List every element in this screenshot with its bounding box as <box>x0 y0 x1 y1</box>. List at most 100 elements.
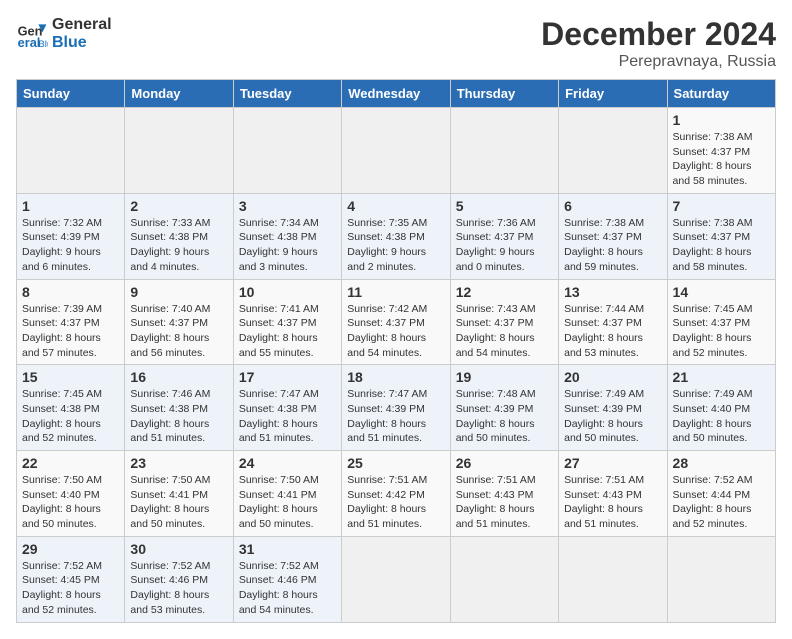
day-details: Sunrise: 7:52 AMSunset: 4:45 PMDaylight:… <box>22 559 119 618</box>
day-details: Sunrise: 7:52 AMSunset: 4:46 PMDaylight:… <box>130 559 227 618</box>
day-number: 19 <box>456 369 553 385</box>
day-details: Sunrise: 7:44 AMSunset: 4:37 PMDaylight:… <box>564 302 661 361</box>
calendar-cell: 2Sunrise: 7:33 AMSunset: 4:38 PMDaylight… <box>125 193 233 279</box>
calendar-cell: 3Sunrise: 7:34 AMSunset: 4:38 PMDaylight… <box>233 193 341 279</box>
day-header-thursday: Thursday <box>450 80 558 108</box>
day-number: 17 <box>239 369 336 385</box>
day-number: 15 <box>22 369 119 385</box>
day-details: Sunrise: 7:52 AMSunset: 4:46 PMDaylight:… <box>239 559 336 618</box>
day-details: Sunrise: 7:49 AMSunset: 4:40 PMDaylight:… <box>673 387 770 446</box>
day-header-monday: Monday <box>125 80 233 108</box>
day-details: Sunrise: 7:38 AMSunset: 4:37 PMDaylight:… <box>564 216 661 275</box>
day-details: Sunrise: 7:32 AMSunset: 4:39 PMDaylight:… <box>22 216 119 275</box>
week-row-5: 22 Sunrise: 7:50 AMSunset: 4:40 PMDayligh… <box>17 451 776 537</box>
calendar-cell: 8Sunrise: 7:39 AMSunset: 4:37 PMDaylight… <box>17 279 125 365</box>
calendar-cell: 17Sunrise: 7:47 AMSunset: 4:38 PMDayligh… <box>233 365 341 451</box>
calendar-cell: 7Sunrise: 7:38 AMSunset: 4:37 PMDaylight… <box>667 193 775 279</box>
calendar-cell: 14 Sunrise: 7:45 AMSunset: 4:37 PMDayligh… <box>667 279 775 365</box>
days-header-row: SundayMondayTuesdayWednesdayThursdayFrid… <box>17 80 776 108</box>
day-number: 11 <box>347 284 444 300</box>
day-number: 29 <box>22 541 119 557</box>
day-details: Sunrise: 7:51 AMSunset: 4:43 PMDaylight:… <box>564 473 661 532</box>
day-header-saturday: Saturday <box>667 80 775 108</box>
day-details: Sunrise: 7:45 AMSunset: 4:37 PMDaylight:… <box>673 302 770 361</box>
calendar-cell: 11 Sunrise: 7:42 AMSunset: 4:37 PMDayligh… <box>342 279 450 365</box>
calendar-cell: 9 Sunrise: 7:40 AMSunset: 4:37 PMDaylight… <box>125 279 233 365</box>
title-area: December 2024 Perepravnaya, Russia <box>541 16 776 71</box>
day-number: 18 <box>347 369 444 385</box>
day-details: Sunrise: 7:45 AMSunset: 4:38 PMDaylight:… <box>22 387 119 446</box>
day-header-tuesday: Tuesday <box>233 80 341 108</box>
day-number: 28 <box>673 455 770 471</box>
day-header-sunday: Sunday <box>17 80 125 108</box>
day-details: Sunrise: 7:35 AMSunset: 4:38 PMDaylight:… <box>347 216 444 275</box>
day-number: 25 <box>347 455 444 471</box>
calendar-cell <box>450 536 558 622</box>
day-details: Sunrise: 7:50 AMSunset: 4:40 PMDaylight:… <box>22 473 119 532</box>
calendar-cell: 23Sunrise: 7:50 AMSunset: 4:41 PMDayligh… <box>125 451 233 537</box>
day-number: 5 <box>456 198 553 214</box>
svg-text:eral: eral <box>18 34 41 49</box>
calendar-table: SundayMondayTuesdayWednesdayThursdayFrid… <box>16 79 776 623</box>
calendar-cell <box>233 108 341 194</box>
day-number: 16 <box>130 369 227 385</box>
day-details: Sunrise: 7:51 AMSunset: 4:42 PMDaylight:… <box>347 473 444 532</box>
calendar-cell <box>342 536 450 622</box>
calendar-cell: 18Sunrise: 7:47 AMSunset: 4:39 PMDayligh… <box>342 365 450 451</box>
svg-text:Blue: Blue <box>38 38 48 49</box>
day-number: 14 <box>673 284 770 300</box>
day-number: 7 <box>673 198 770 214</box>
day-number: 9 <box>130 284 227 300</box>
day-details: Sunrise: 7:40 AMSunset: 4:37 PMDaylight:… <box>130 302 227 361</box>
logo-line1: General <box>52 16 112 34</box>
day-number: 24 <box>239 455 336 471</box>
calendar-cell: 1Sunrise: 7:38 AMSunset: 4:37 PMDaylight… <box>667 108 775 194</box>
calendar-cell: 19 Sunrise: 7:48 AMSunset: 4:39 PMDayligh… <box>450 365 558 451</box>
calendar-subtitle: Perepravnaya, Russia <box>541 53 776 71</box>
day-details: Sunrise: 7:50 AMSunset: 4:41 PMDaylight:… <box>130 473 227 532</box>
calendar-cell: 21Sunrise: 7:49 AMSunset: 4:40 PMDayligh… <box>667 365 775 451</box>
calendar-cell <box>667 536 775 622</box>
day-number: 20 <box>564 369 661 385</box>
calendar-cell: 10Sunrise: 7:41 AMSunset: 4:37 PMDayligh… <box>233 279 341 365</box>
calendar-cell: 5 Sunrise: 7:36 AMSunset: 4:37 PMDaylight… <box>450 193 558 279</box>
day-number: 1 <box>673 112 770 128</box>
calendar-cell <box>559 536 667 622</box>
week-row-6: 29 Sunrise: 7:52 AMSunset: 4:45 PMDayligh… <box>17 536 776 622</box>
calendar-cell: 4 Sunrise: 7:35 AMSunset: 4:38 PMDaylight… <box>342 193 450 279</box>
logo: Gen eral Blue General Blue <box>16 16 112 51</box>
day-number: 22 <box>22 455 119 471</box>
calendar-title: December 2024 <box>541 16 776 53</box>
day-number: 3 <box>239 198 336 214</box>
calendar-cell: 30 Sunrise: 7:52 AMSunset: 4:46 PMDayligh… <box>125 536 233 622</box>
day-number: 30 <box>130 541 227 557</box>
calendar-cell <box>17 108 125 194</box>
calendar-cell: 26 Sunrise: 7:51 AMSunset: 4:43 PMDayligh… <box>450 451 558 537</box>
calendar-cell: 27Sunrise: 7:51 AMSunset: 4:43 PMDayligh… <box>559 451 667 537</box>
day-details: Sunrise: 7:51 AMSunset: 4:43 PMDaylight:… <box>456 473 553 532</box>
calendar-cell: 28 Sunrise: 7:52 AMSunset: 4:44 PMDayligh… <box>667 451 775 537</box>
calendar-cell: 20 Sunrise: 7:49 AMSunset: 4:39 PMDayligh… <box>559 365 667 451</box>
day-details: Sunrise: 7:48 AMSunset: 4:39 PMDaylight:… <box>456 387 553 446</box>
day-number: 26 <box>456 455 553 471</box>
day-details: Sunrise: 7:49 AMSunset: 4:39 PMDaylight:… <box>564 387 661 446</box>
day-details: Sunrise: 7:42 AMSunset: 4:37 PMDaylight:… <box>347 302 444 361</box>
day-number: 10 <box>239 284 336 300</box>
day-number: 1 <box>22 198 119 214</box>
calendar-cell <box>342 108 450 194</box>
day-details: Sunrise: 7:33 AMSunset: 4:38 PMDaylight:… <box>130 216 227 275</box>
day-number: 6 <box>564 198 661 214</box>
day-details: Sunrise: 7:52 AMSunset: 4:44 PMDaylight:… <box>673 473 770 532</box>
calendar-cell: 25 Sunrise: 7:51 AMSunset: 4:42 PMDayligh… <box>342 451 450 537</box>
day-number: 4 <box>347 198 444 214</box>
day-number: 13 <box>564 284 661 300</box>
calendar-cell: 29 Sunrise: 7:52 AMSunset: 4:45 PMDayligh… <box>17 536 125 622</box>
day-header-friday: Friday <box>559 80 667 108</box>
header: Gen eral Blue General Blue December 2024… <box>16 16 776 71</box>
day-details: Sunrise: 7:36 AMSunset: 4:37 PMDaylight:… <box>456 216 553 275</box>
day-details: Sunrise: 7:50 AMSunset: 4:41 PMDaylight:… <box>239 473 336 532</box>
day-number: 12 <box>456 284 553 300</box>
calendar-cell: 31Sunrise: 7:52 AMSunset: 4:46 PMDayligh… <box>233 536 341 622</box>
calendar-cell: 16Sunrise: 7:46 AMSunset: 4:38 PMDayligh… <box>125 365 233 451</box>
calendar-cell: 15 Sunrise: 7:45 AMSunset: 4:38 PMDayligh… <box>17 365 125 451</box>
